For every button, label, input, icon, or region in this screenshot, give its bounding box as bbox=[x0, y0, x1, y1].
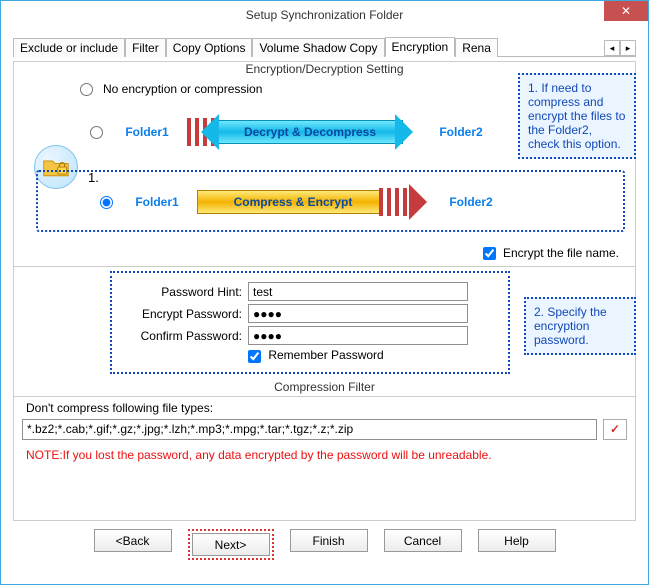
close-button[interactable]: ✕ bbox=[604, 1, 648, 21]
compress-option-box: 1. Folder1 Compress & Encrypt Folder2 bbox=[36, 170, 625, 232]
confirm-password-input[interactable] bbox=[248, 326, 468, 345]
tab-filter[interactable]: Filter bbox=[125, 38, 166, 57]
close-icon: ✕ bbox=[621, 4, 631, 18]
cancel-button[interactable]: Cancel bbox=[384, 529, 462, 552]
tab-encryption[interactable]: Encryption bbox=[385, 37, 456, 57]
compress-filter-label: Don't compress following file types: bbox=[26, 401, 623, 415]
password-box: Password Hint: Encrypt Password: Confirm… bbox=[110, 271, 510, 373]
tab-scroll-right[interactable]: ▸ bbox=[620, 40, 636, 56]
confirm-password-label: Confirm Password: bbox=[118, 329, 248, 343]
titlebar: Setup Synchronization Folder ✕ bbox=[1, 1, 648, 29]
compress-folder1-label: Folder1 bbox=[127, 195, 187, 209]
password-hint-input[interactable] bbox=[248, 282, 468, 301]
encrypt-filename-checkbox[interactable] bbox=[483, 247, 496, 260]
compress-arrow-label: Compress & Encrypt bbox=[234, 195, 353, 209]
finish-button[interactable]: Finish bbox=[290, 529, 368, 552]
tab-rename[interactable]: Rena bbox=[455, 38, 498, 57]
encrypt-password-label: Encrypt Password: bbox=[118, 307, 248, 321]
remember-password-checkbox[interactable] bbox=[248, 350, 261, 363]
window-title: Setup Synchronization Folder bbox=[246, 8, 403, 22]
compression-caption: Compression Filter bbox=[20, 380, 629, 394]
password-hint-label: Password Hint: bbox=[118, 285, 248, 299]
callout-1: 1. If need to compress and encrypt the f… bbox=[518, 73, 636, 159]
encrypt-filename-label: Encrypt the file name. bbox=[503, 246, 619, 260]
encrypt-password-input[interactable] bbox=[248, 304, 468, 323]
check-icon: ✓ bbox=[610, 422, 620, 436]
remember-password-wrap[interactable]: Remember Password bbox=[248, 348, 384, 362]
tab-exclude-include[interactable]: Exclude or include bbox=[13, 38, 125, 57]
compress-filter-input[interactable] bbox=[22, 419, 597, 440]
decrypt-arrow-label: Decrypt & Decompress bbox=[244, 125, 376, 139]
radio-no-encryption[interactable] bbox=[80, 83, 93, 96]
radio-no-encryption-label: No encryption or compression bbox=[103, 82, 262, 96]
apply-filter-button[interactable]: ✓ bbox=[603, 419, 627, 440]
chevron-right-icon: ▸ bbox=[626, 43, 631, 54]
next-button[interactable]: Next> bbox=[192, 533, 270, 556]
remember-password-label: Remember Password bbox=[268, 348, 383, 362]
help-button[interactable]: Help bbox=[478, 529, 556, 552]
encrypt-filename-label-wrap[interactable]: Encrypt the file name. bbox=[483, 246, 619, 260]
decrypt-folder2-label: Folder2 bbox=[431, 125, 491, 139]
step-1-marker: 1. bbox=[88, 170, 99, 185]
back-button[interactable]: <Back bbox=[94, 529, 172, 552]
tab-copy-options[interactable]: Copy Options bbox=[166, 38, 253, 57]
radio-decrypt[interactable] bbox=[90, 126, 103, 139]
next-button-highlight: Next> bbox=[188, 529, 274, 560]
compress-arrow: Compress & Encrypt bbox=[197, 188, 407, 216]
tab-scroll-left[interactable]: ◂ bbox=[604, 40, 620, 56]
radio-compress-encrypt[interactable] bbox=[100, 196, 113, 209]
wizard-button-bar: <Back Next> Finish Cancel Help bbox=[13, 521, 636, 568]
password-warning-note: NOTE:If you lost the password, any data … bbox=[26, 448, 623, 462]
decrypt-arrow: Decrypt & Decompress bbox=[187, 118, 397, 146]
decrypt-folder1-label: Folder1 bbox=[117, 125, 177, 139]
callout-2: 2. Specify the encryption password. bbox=[524, 297, 636, 355]
compress-folder2-label: Folder2 bbox=[441, 195, 501, 209]
tab-volume-shadow[interactable]: Volume Shadow Copy bbox=[252, 38, 384, 57]
chevron-left-icon: ◂ bbox=[610, 43, 615, 54]
tabstrip: Exclude or include Filter Copy Options V… bbox=[13, 35, 636, 57]
